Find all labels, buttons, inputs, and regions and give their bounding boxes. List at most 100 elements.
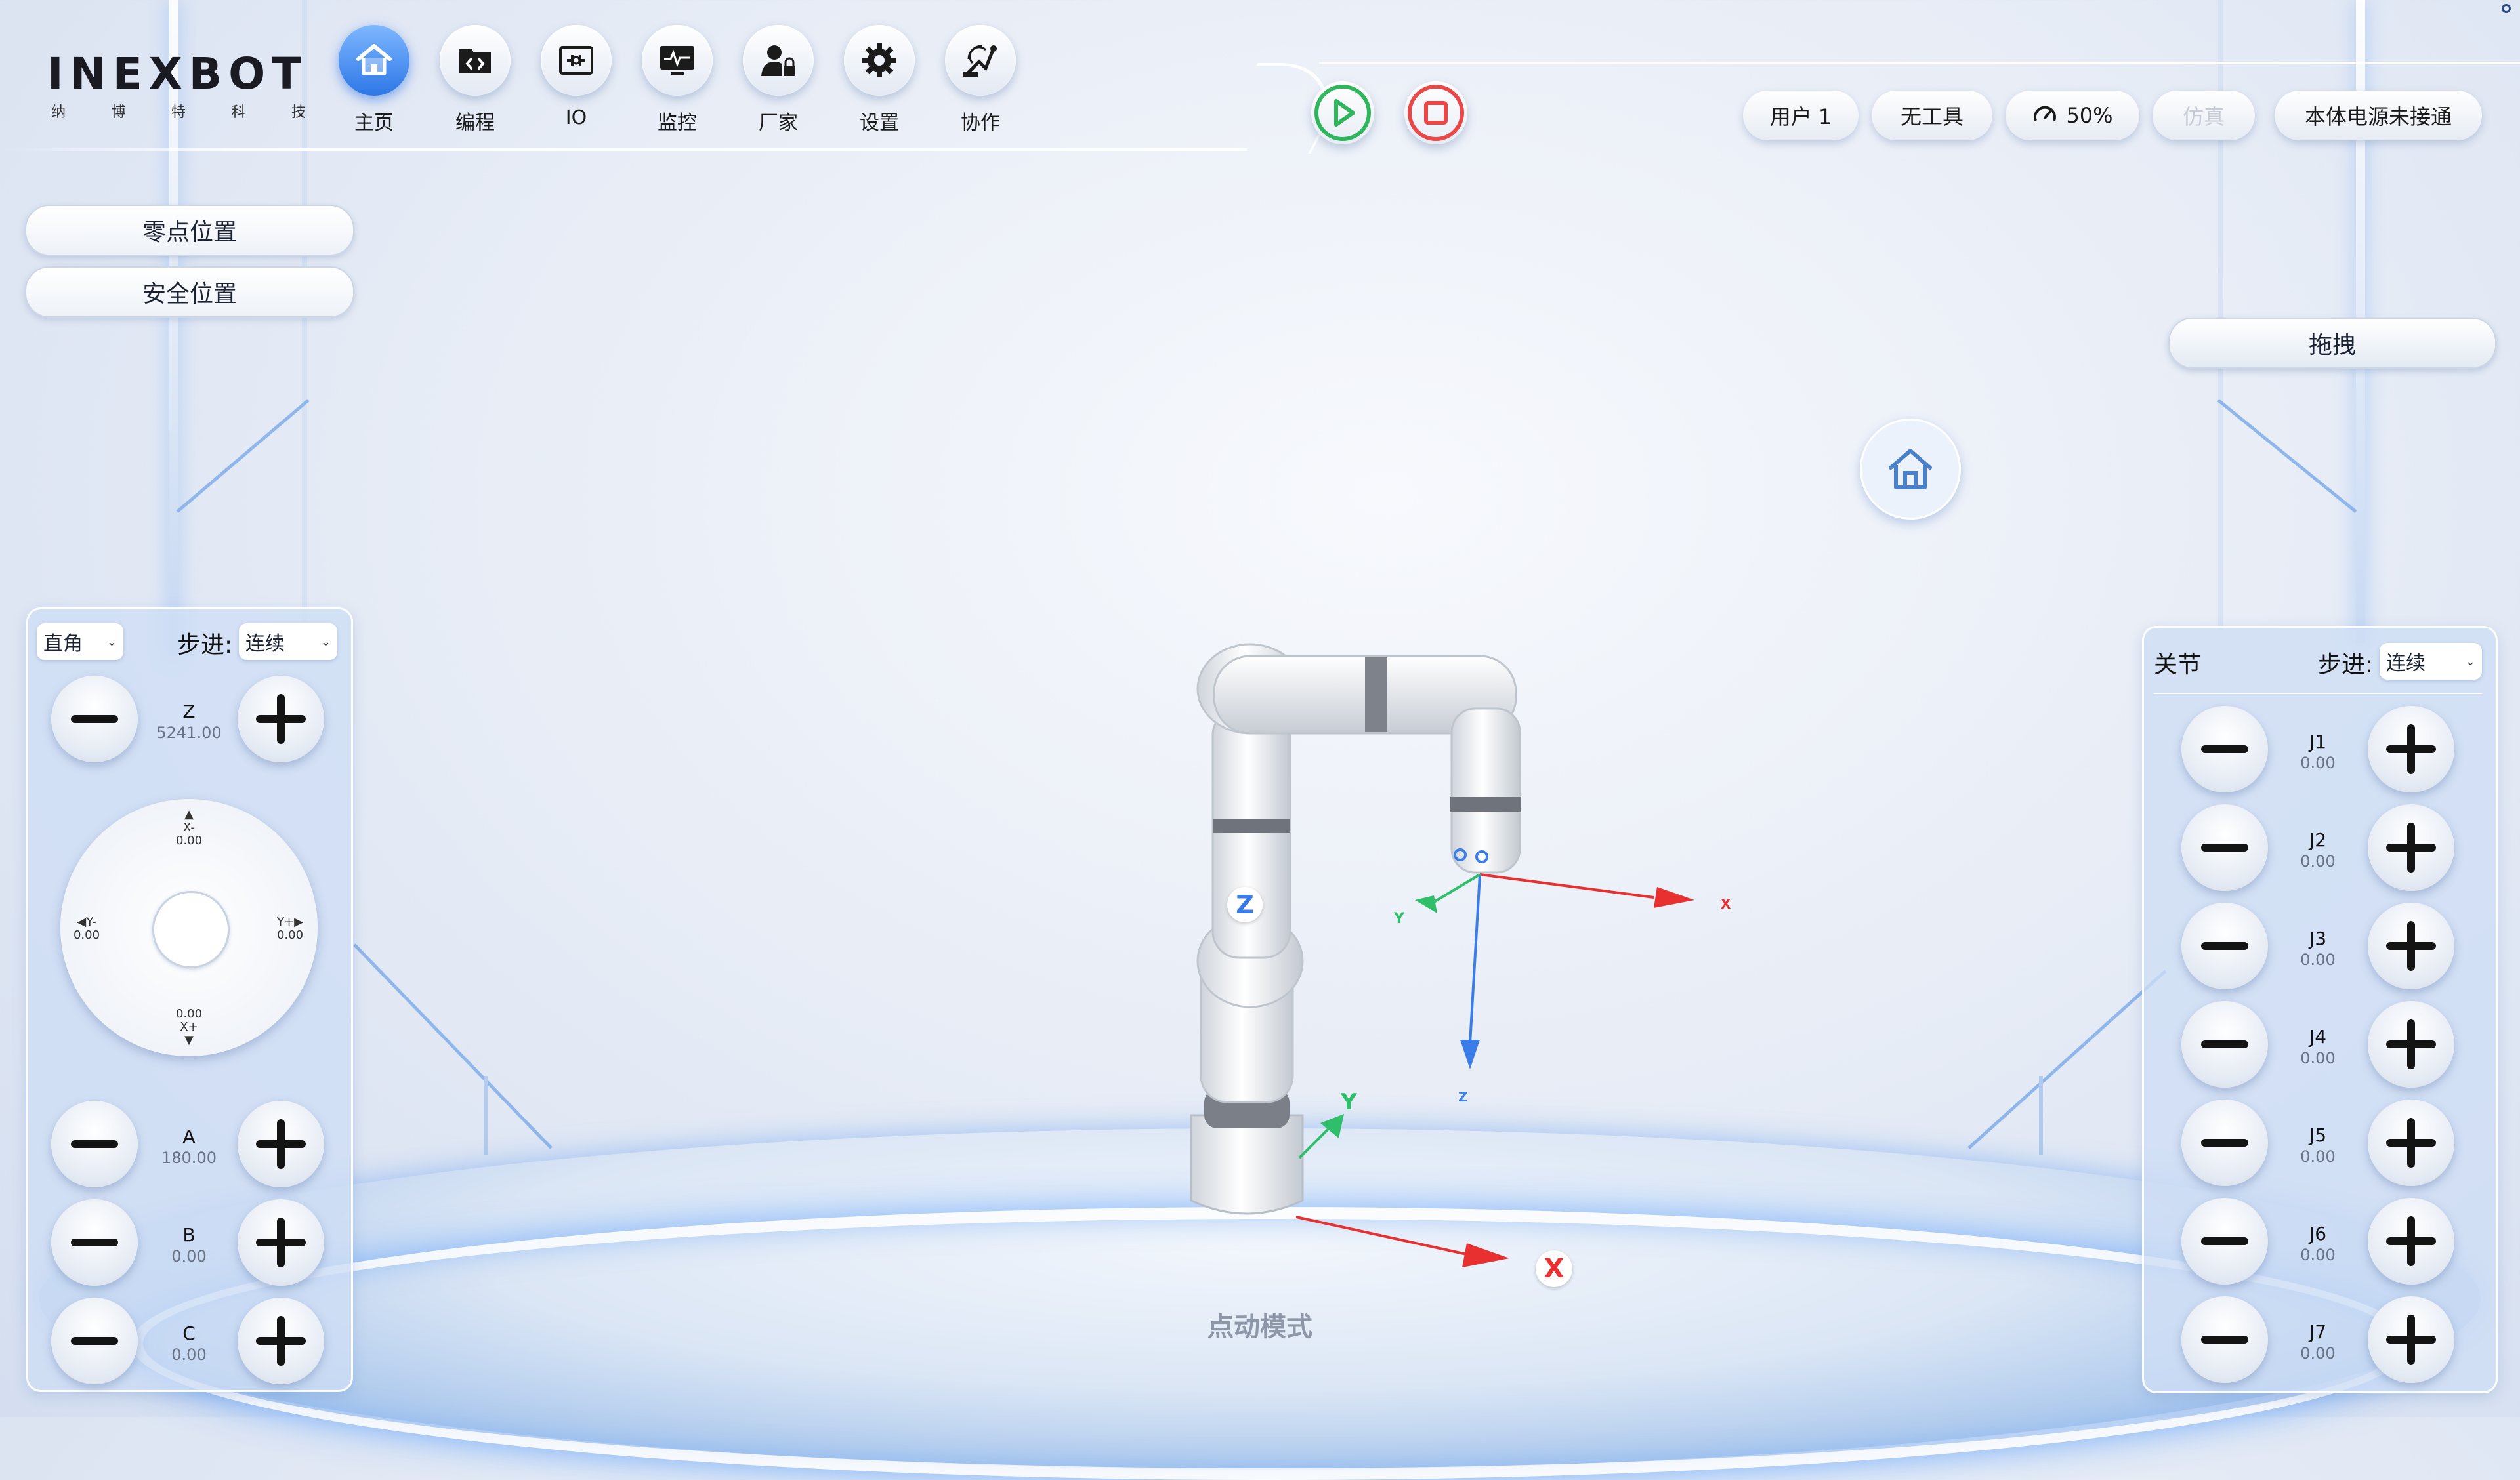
joystick-x-minus[interactable]: ▲ X- 0.00 xyxy=(172,808,206,847)
drag-button[interactable]: 拖拽 xyxy=(2168,318,2496,369)
plus-icon xyxy=(2386,921,2436,971)
tool-button[interactable]: 无工具 xyxy=(1872,91,1992,140)
tool-axis-z-label: Z xyxy=(1458,1089,1468,1105)
user-button[interactable]: 用户 1 xyxy=(1743,91,1858,140)
view-home-button[interactable] xyxy=(1860,419,1961,520)
nav-home[interactable]: 主页 xyxy=(338,25,410,135)
nav-manufacturer[interactable]: 厂家 xyxy=(742,25,814,135)
jog-mode-label: 点动模式 xyxy=(1208,1312,1312,1342)
minus-icon xyxy=(2201,1336,2248,1344)
j6-minus-button[interactable] xyxy=(2181,1198,2268,1285)
j1-readout: J1 0.00 xyxy=(2300,731,2336,772)
nav-programming[interactable]: 编程 xyxy=(439,25,511,135)
a-axis-readout: A 180.00 xyxy=(161,1126,217,1167)
tool-axis-x-label: X xyxy=(1721,896,1731,912)
j5-minus-button[interactable] xyxy=(2181,1100,2268,1186)
j2-minus-button[interactable] xyxy=(2181,804,2268,891)
minus-icon xyxy=(2201,1040,2248,1048)
plus-icon xyxy=(2386,1118,2436,1168)
a-plus-button[interactable] xyxy=(238,1101,324,1187)
j3-readout: J3 0.00 xyxy=(2300,928,2336,969)
top-bar-divider xyxy=(1319,62,2520,64)
base-axis-y-label: Y xyxy=(1341,1089,1357,1115)
j3-minus-button[interactable] xyxy=(2181,903,2268,989)
joystick-x-plus[interactable]: 0.00 X+ ▼ xyxy=(172,1008,206,1046)
j1-plus-button[interactable] xyxy=(2368,706,2454,792)
power-status-button[interactable]: 本体电源未接通 xyxy=(2275,91,2482,140)
collaborate-icon xyxy=(945,25,1016,96)
plus-icon xyxy=(256,1218,306,1267)
minus-icon xyxy=(2201,745,2248,753)
j7-plus-button[interactable] xyxy=(2368,1296,2454,1383)
joystick-y-minus[interactable]: ◀Y- 0.00 xyxy=(70,916,104,942)
j6-plus-button[interactable] xyxy=(2368,1198,2454,1285)
c-minus-button[interactable] xyxy=(51,1298,138,1384)
home-icon xyxy=(1889,449,1932,489)
main-nav: 主页 编程 IO 监控 厂家 设置 协作 xyxy=(338,25,1017,135)
minus-icon xyxy=(2201,1237,2248,1245)
j5-plus-button[interactable] xyxy=(2368,1100,2454,1186)
z-minus-button[interactable] xyxy=(51,676,138,762)
code-folder-icon xyxy=(440,25,511,96)
j4-minus-button[interactable] xyxy=(2181,1001,2268,1088)
j6-readout: J6 0.00 xyxy=(2300,1223,2336,1264)
cartesian-step-select[interactable]: 连续 ⌄ xyxy=(239,623,337,660)
joint-step-select[interactable]: 连续 ⌄ xyxy=(2380,643,2482,680)
speed-button[interactable]: 50% xyxy=(2006,91,2139,140)
b-plus-button[interactable] xyxy=(238,1199,324,1286)
joystick-knob[interactable] xyxy=(152,891,230,968)
j3-plus-button[interactable] xyxy=(2368,903,2454,989)
z-axis-readout: Z 5241.00 xyxy=(156,701,222,742)
joint-panel-divider xyxy=(2154,693,2482,694)
z-plus-button[interactable] xyxy=(238,676,324,762)
nav-collaborate[interactable]: 协作 xyxy=(944,25,1017,135)
minus-icon xyxy=(71,1239,118,1246)
top-bar-divider xyxy=(0,148,1247,151)
j2-plus-button[interactable] xyxy=(2368,804,2454,891)
j2-readout: J2 0.00 xyxy=(2300,829,2336,871)
chevron-down-icon: ⌄ xyxy=(320,634,331,649)
plus-icon xyxy=(2386,724,2436,774)
home-icon xyxy=(339,25,410,96)
j4-plus-button[interactable] xyxy=(2368,1001,2454,1088)
plus-icon xyxy=(2386,1216,2436,1266)
j7-minus-button[interactable] xyxy=(2181,1296,2268,1383)
nav-io[interactable]: IO xyxy=(540,25,612,135)
b-minus-button[interactable] xyxy=(51,1199,138,1286)
j1-minus-button[interactable] xyxy=(2181,706,2268,792)
j7-readout: J7 0.00 xyxy=(2300,1321,2336,1363)
xy-joystick[interactable]: ▲ X- 0.00 0.00 X+ ▼ ◀Y- 0.00 Y+▶ 0.00 xyxy=(60,799,318,1056)
c-plus-button[interactable] xyxy=(238,1298,324,1384)
chevron-down-icon: ⌄ xyxy=(106,634,117,649)
run-button[interactable] xyxy=(1311,81,1374,144)
safe-position-button[interactable]: 安全位置 xyxy=(25,266,354,318)
corner-settings-icon[interactable] xyxy=(2502,4,2511,13)
nav-settings[interactable]: 设置 xyxy=(843,25,915,135)
settings-gear-icon xyxy=(844,25,915,96)
coordinate-select[interactable]: 直角 ⌄ xyxy=(37,623,123,660)
stop-button[interactable] xyxy=(1404,81,1467,144)
plus-icon xyxy=(256,694,306,744)
zero-position-button[interactable]: 零点位置 xyxy=(25,205,354,256)
joystick-y-plus[interactable]: Y+▶ 0.00 xyxy=(272,916,308,942)
c-axis-readout: C 0.00 xyxy=(171,1323,207,1364)
stop-icon xyxy=(1408,85,1464,141)
chevron-down-icon: ⌄ xyxy=(2465,654,2475,668)
simulation-button[interactable]: 仿真 xyxy=(2152,91,2255,140)
base-axis-z-label: Z xyxy=(1227,887,1263,922)
joint-panel-title: 关节 xyxy=(2154,651,2202,678)
minus-icon xyxy=(2201,1139,2248,1147)
plus-icon xyxy=(2386,1315,2436,1365)
b-axis-readout: B 0.00 xyxy=(171,1224,207,1265)
a-minus-button[interactable] xyxy=(51,1101,138,1187)
speed-value: 50% xyxy=(2066,103,2113,128)
minus-icon xyxy=(71,1337,118,1345)
base-axis-x-label: X xyxy=(1536,1250,1572,1287)
io-icon xyxy=(541,25,612,96)
minus-icon xyxy=(2201,942,2248,950)
play-icon xyxy=(1314,85,1371,141)
plus-icon xyxy=(2386,1019,2436,1069)
brand-name: INEXBOT xyxy=(47,49,308,99)
nav-monitor[interactable]: 监控 xyxy=(641,25,713,135)
minus-icon xyxy=(2201,844,2248,852)
